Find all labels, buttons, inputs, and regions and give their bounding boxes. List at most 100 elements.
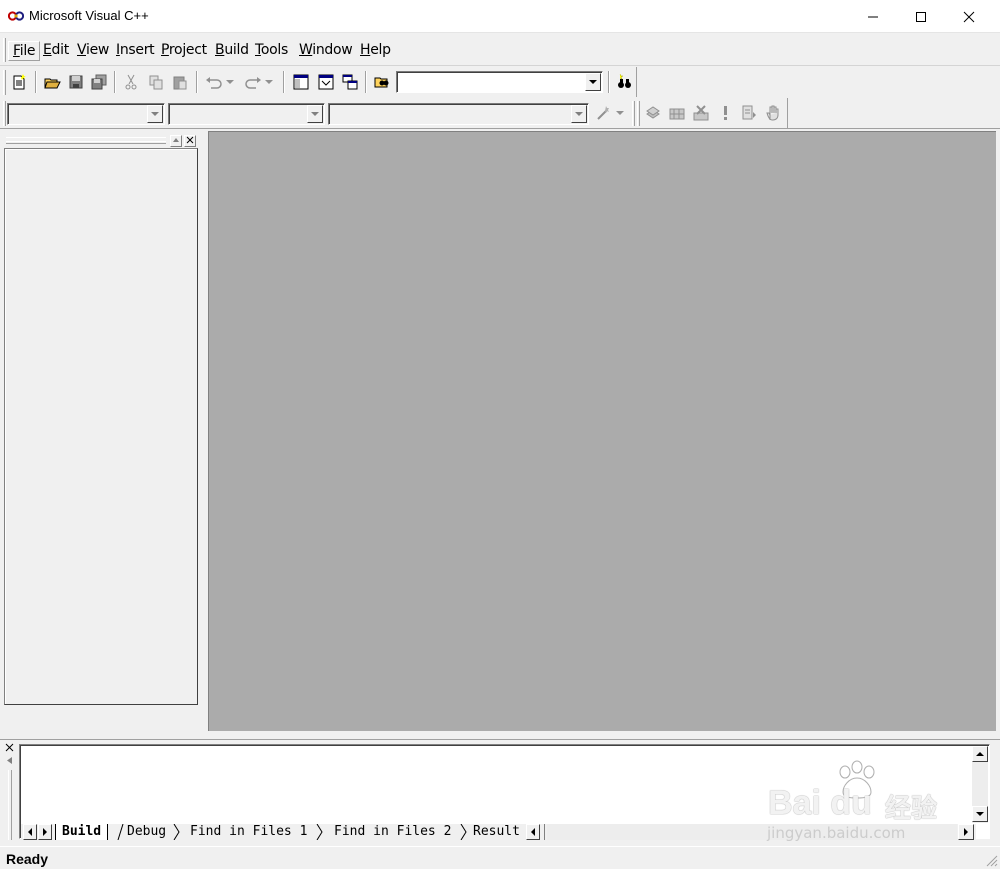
workspace-window [4, 132, 198, 705]
execute-button[interactable] [715, 103, 735, 123]
close-button[interactable] [946, 0, 992, 33]
filter-combo[interactable] [168, 103, 325, 125]
copy-button[interactable] [146, 72, 166, 92]
menu-edit[interactable]: Edit [39, 41, 73, 61]
filter-combo-dropdown[interactable] [307, 105, 323, 123]
paste-button[interactable] [170, 72, 190, 92]
output-gripper[interactable] [8, 770, 12, 840]
tab-find-in-files-2[interactable]: Find in Files 2 [328, 824, 457, 840]
find-icon [618, 73, 631, 88]
tab-find-in-files-1[interactable]: Find in Files 1 [184, 824, 313, 840]
workspace-maximize-button[interactable] [170, 135, 182, 147]
menu-window[interactable]: Window [295, 41, 356, 61]
chevron-down-icon [226, 80, 234, 84]
maximize-icon [916, 11, 926, 22]
wizard-bar-grip[interactable] [3, 101, 6, 126]
new-text-file-button[interactable] [9, 72, 29, 92]
execute-icon [724, 106, 727, 120]
find-button[interactable] [614, 72, 634, 92]
menu-view-label: iew [85, 42, 110, 58]
menu-view-key: V [77, 42, 86, 58]
scroll-down-button[interactable] [972, 806, 988, 822]
hscroll-left-button[interactable] [526, 824, 540, 840]
output-pane[interactable]: Build Debug Find in Files 1 Find in File… [19, 744, 990, 840]
workspace-gripper-2[interactable] [6, 141, 166, 144]
menu-edit-key: E [43, 42, 52, 58]
wizard-action-button[interactable] [593, 103, 613, 123]
workspace-close-button[interactable] [184, 135, 196, 147]
build-minibar-grip-2[interactable] [637, 101, 640, 126]
close-icon [5, 743, 14, 752]
tab-scroll-right-button[interactable] [38, 824, 52, 840]
status-bar: Ready [0, 846, 1000, 869]
build-button[interactable] [667, 103, 687, 123]
mdi-client-area[interactable] [208, 131, 996, 731]
hscroll-divider [544, 824, 545, 840]
build-minibar-grip[interactable] [632, 101, 635, 126]
menu-window-key: W [299, 42, 313, 58]
class-combo-dropdown[interactable] [147, 105, 163, 123]
go-button[interactable] [739, 103, 759, 123]
copy-icon [149, 75, 163, 90]
tab-build[interactable]: Build [55, 824, 109, 840]
tab-debug[interactable]: Debug [121, 824, 172, 840]
breakpoint-button[interactable] [763, 103, 783, 123]
visual-cpp-logo-icon [8, 11, 24, 21]
members-combo[interactable] [328, 103, 589, 125]
menu-project[interactable]: Project [157, 41, 211, 61]
menu-view[interactable]: View [73, 41, 113, 61]
close-icon [963, 11, 975, 22]
standard-toolbar [0, 67, 1000, 98]
open-button[interactable] [42, 72, 62, 92]
redo-button[interactable] [243, 72, 263, 92]
menu-file[interactable]: File [8, 41, 41, 61]
tab-result[interactable]: Result [467, 824, 522, 840]
window-list-icon [342, 74, 358, 90]
toolbar-separator [114, 71, 116, 93]
scroll-up-button[interactable] [972, 746, 988, 762]
wizard-action-dropdown[interactable] [614, 103, 626, 123]
class-combo[interactable] [7, 103, 165, 125]
output-horizontal-scrollbar[interactable] [547, 824, 957, 840]
cut-button[interactable] [121, 72, 141, 92]
save-all-button[interactable] [89, 72, 109, 92]
resize-grip-icon[interactable] [984, 853, 998, 867]
go-icon [742, 105, 756, 120]
undo-dropdown-button[interactable] [224, 72, 236, 92]
find-combo[interactable] [396, 71, 603, 93]
toolbar-end-edge [787, 98, 788, 128]
menu-tools[interactable]: Tools [251, 41, 292, 61]
window-list-button[interactable] [340, 72, 360, 92]
find-combo-dropdown[interactable] [585, 73, 601, 91]
output-maximize-button[interactable] [4, 756, 15, 767]
compile-button[interactable] [643, 103, 663, 123]
output-vertical-scrollbar[interactable] [972, 746, 988, 823]
triangle-left-icon [28, 828, 32, 836]
menu-build-label: uild [224, 42, 249, 58]
menu-bar-grip[interactable] [3, 38, 6, 62]
undo-button[interactable] [204, 72, 224, 92]
redo-dropdown-button[interactable] [263, 72, 275, 92]
hscroll-right-button[interactable] [958, 824, 974, 840]
menu-help[interactable]: Help [356, 41, 395, 61]
output-button[interactable] [316, 72, 336, 92]
workspace-button[interactable] [291, 72, 311, 92]
tab-scroll-left-button[interactable] [23, 824, 37, 840]
menu-build[interactable]: Build [211, 41, 253, 61]
save-button[interactable] [66, 72, 86, 92]
menu-help-key: H [360, 42, 371, 58]
window-title: Microsoft Visual C++ [29, 8, 149, 23]
minimize-button[interactable] [850, 0, 896, 33]
members-combo-dropdown[interactable] [571, 105, 587, 123]
find-in-files-button[interactable] [372, 72, 392, 92]
menu-insert[interactable]: Insert [112, 41, 158, 61]
maximize-button[interactable] [898, 0, 944, 33]
triangle-left-icon [531, 828, 535, 836]
workspace-pane[interactable] [4, 148, 198, 705]
standard-toolbar-grip[interactable] [3, 70, 6, 95]
output-close-button[interactable] [4, 743, 15, 754]
stop-build-button[interactable] [691, 103, 711, 123]
workspace-icon [293, 74, 309, 90]
triangle-right-icon [964, 828, 968, 836]
triangle-up-icon [976, 752, 984, 756]
